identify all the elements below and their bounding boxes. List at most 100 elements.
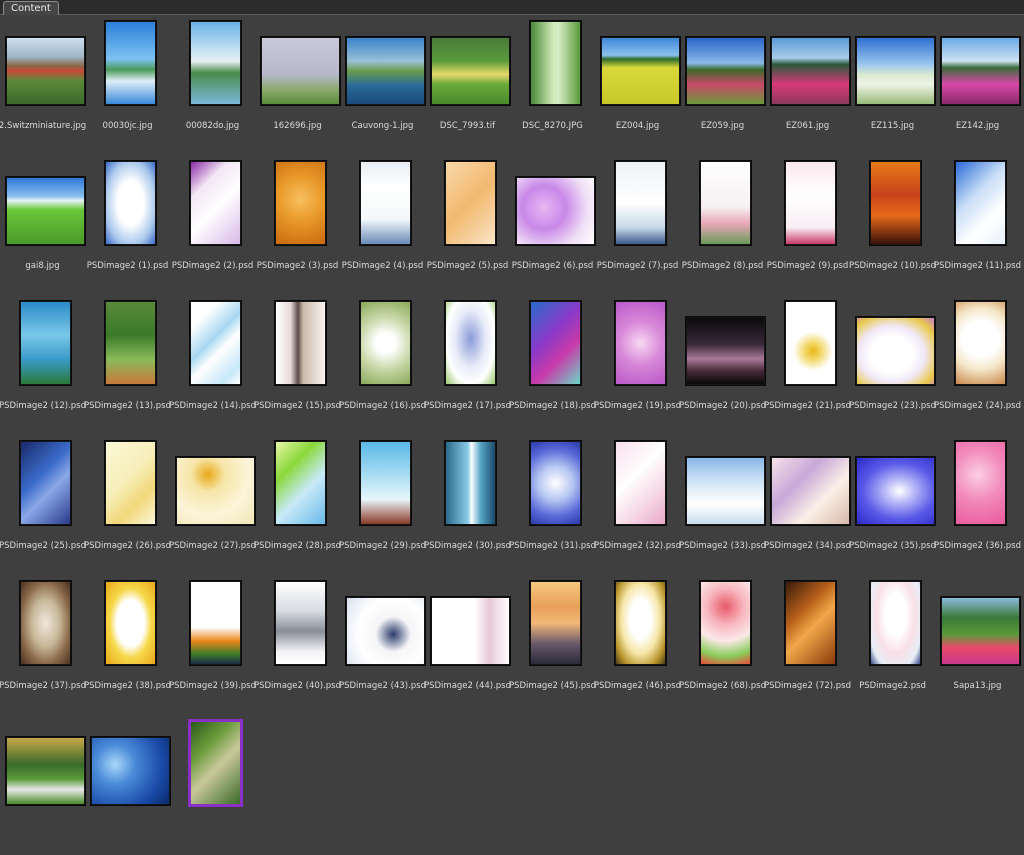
thumbnail-image[interactable] <box>6 177 85 245</box>
thumbnail-image[interactable] <box>771 457 850 525</box>
thumbnail-item[interactable]: EZ059.jpg <box>680 15 765 155</box>
thumbnail-image[interactable] <box>261 37 340 105</box>
thumbnail-image[interactable] <box>91 737 170 805</box>
thumbnail-item[interactable]: PSDimage2 (28).psd <box>254 435 341 575</box>
thumbnail-item[interactable] <box>0 715 85 855</box>
thumbnail-item[interactable]: PSDimage2 (35).psd <box>849 435 936 575</box>
thumbnail-item[interactable]: EZ061.jpg <box>765 15 850 155</box>
thumbnail-image[interactable] <box>346 597 425 665</box>
thumbnail-item[interactable]: 162696.jpg <box>255 15 340 155</box>
thumbnail-item[interactable]: EZ004.jpg <box>595 15 680 155</box>
thumbnail-image[interactable] <box>188 719 243 807</box>
thumbnail-item[interactable]: PSDimage2 (17).psd <box>424 295 511 435</box>
thumbnail-image[interactable] <box>360 441 411 525</box>
thumbnail-item[interactable]: PSDimage2 (29).psd <box>339 435 426 575</box>
thumbnail-image[interactable] <box>941 597 1020 665</box>
thumbnail-image[interactable] <box>530 441 581 525</box>
thumbnail-item[interactable]: DSC_7993.tif <box>425 15 510 155</box>
thumbnail-item[interactable]: Cauvong-1.jpg <box>340 15 425 155</box>
thumbnail-item[interactable]: PSDimage2 (9).psd <box>765 155 850 295</box>
thumbnail-image[interactable] <box>955 161 1006 245</box>
thumbnail-item[interactable]: DSC_8270.JPG <box>510 15 595 155</box>
thumbnail-item[interactable]: PSDimage2 (6).psd <box>510 155 595 295</box>
thumbnail-item[interactable]: EZ115.jpg <box>850 15 935 155</box>
thumbnail-item[interactable]: PSDimage2 (23).psd <box>849 295 936 435</box>
thumbnail-item[interactable]: PSDimage2 (36).psd <box>934 435 1021 575</box>
thumbnail-item[interactable]: PSDimage2 (72).psd <box>764 575 851 715</box>
thumbnail-item[interactable]: PSDimage2 (5).psd <box>425 155 510 295</box>
thumbnail-item[interactable]: PSDimage2 (3).psd <box>255 155 340 295</box>
thumbnail-item[interactable]: PSDimage2 (16).psd <box>339 295 426 435</box>
thumbnail-image[interactable] <box>105 441 156 525</box>
thumbnail-image[interactable] <box>105 301 156 385</box>
thumbnail-image[interactable] <box>431 37 510 105</box>
thumbnail-image[interactable] <box>6 37 85 105</box>
thumbnail-image[interactable] <box>190 161 241 245</box>
thumbnail-image[interactable] <box>601 37 680 105</box>
thumbnail-item[interactable]: PSDimage2 (38).psd <box>84 575 171 715</box>
thumbnail-image[interactable] <box>686 457 765 525</box>
thumbnail-item[interactable]: PSDimage2.psd <box>850 575 935 715</box>
thumbnail-image[interactable] <box>445 301 496 385</box>
thumbnail-image[interactable] <box>431 597 510 665</box>
thumbnail-image[interactable] <box>785 301 836 385</box>
thumbnail-item[interactable]: PSDimage2 (27).psd <box>169 435 256 575</box>
thumbnail-image[interactable] <box>700 161 751 245</box>
thumbnail-item[interactable]: PSDimage2 (20).psd <box>679 295 766 435</box>
thumbnail-item[interactable]: gai8.jpg <box>0 155 85 295</box>
thumbnail-item[interactable]: PSDimage2 (31).psd <box>509 435 596 575</box>
thumbnail-item[interactable] <box>85 715 170 855</box>
thumbnail-image[interactable] <box>530 21 581 105</box>
thumbnail-item[interactable] <box>170 715 255 855</box>
thumbnail-item[interactable]: PSDimage2 (68).psd <box>679 575 766 715</box>
thumbnail-item[interactable]: PSDimage2 (14).psd <box>169 295 256 435</box>
thumbnail-image[interactable] <box>275 161 326 245</box>
thumbnail-image[interactable] <box>530 581 581 665</box>
thumbnail-item[interactable]: PSDimage2 (39).psd <box>169 575 256 715</box>
thumbnail-item[interactable]: PSDimage2 (32).psd <box>594 435 681 575</box>
thumbnail-item[interactable]: PSDimage2 (19).psd <box>594 295 681 435</box>
thumbnail-image[interactable] <box>785 161 836 245</box>
thumbnail-image[interactable] <box>530 301 581 385</box>
thumbnail-image[interactable] <box>856 317 935 385</box>
thumbnail-image[interactable] <box>615 301 666 385</box>
thumbnail-item[interactable]: PSDimage2 (10).psd <box>849 155 936 295</box>
thumbnail-image[interactable] <box>955 441 1006 525</box>
content-tab[interactable]: Content <box>3 1 59 15</box>
thumbnail-item[interactable]: PSDimage2 (15).psd <box>254 295 341 435</box>
thumbnail-item[interactable]: PSDimage2 (40).psd <box>254 575 341 715</box>
thumbnail-image[interactable] <box>20 301 71 385</box>
thumbnail-image[interactable] <box>856 37 935 105</box>
thumbnail-item[interactable]: PSDimage2 (12).psd <box>0 295 86 435</box>
thumbnail-image[interactable] <box>190 581 241 665</box>
thumbnail-item[interactable]: PSDimage2 (45).psd <box>509 575 596 715</box>
thumbnail-image[interactable] <box>615 441 666 525</box>
thumbnail-image[interactable] <box>360 301 411 385</box>
thumbnail-image[interactable] <box>686 37 765 105</box>
thumbnail-image[interactable] <box>686 317 765 385</box>
thumbnail-item[interactable]: PSDimage2 (11).psd <box>934 155 1021 295</box>
thumbnail-image[interactable] <box>275 301 326 385</box>
thumbnail-image[interactable] <box>275 581 326 665</box>
thumbnail-item[interactable]: PSDimage2 (25).psd <box>0 435 86 575</box>
thumbnail-item[interactable]: PSDimage2 (24).psd <box>934 295 1021 435</box>
thumbnail-image[interactable] <box>700 581 751 665</box>
thumbnail-item[interactable]: PSDimage2 (13).psd <box>84 295 171 435</box>
thumbnail-image[interactable] <box>105 581 156 665</box>
thumbnail-item[interactable]: PSDimage2 (7).psd <box>595 155 680 295</box>
thumbnail-image[interactable] <box>20 581 71 665</box>
thumbnail-item[interactable]: PSDimage2 (1).psd <box>85 155 170 295</box>
thumbnail-item[interactable]: PSDimage2 (18).psd <box>509 295 596 435</box>
thumbnail-image[interactable] <box>190 301 241 385</box>
thumbnail-item[interactable]: PSDimage2 (34).psd <box>764 435 851 575</box>
thumbnail-image[interactable] <box>941 37 1020 105</box>
thumbnail-item[interactable]: 00082do.jpg <box>170 15 255 155</box>
thumbnail-item[interactable]: PSDimage2 (4).psd <box>340 155 425 295</box>
thumbnail-image[interactable] <box>445 161 496 245</box>
thumbnail-image[interactable] <box>445 441 496 525</box>
thumbnail-image[interactable] <box>870 161 921 245</box>
thumbnail-item[interactable]: 00030jc.jpg <box>85 15 170 155</box>
thumbnail-item[interactable]: PSDimage2 (2).psd <box>170 155 255 295</box>
thumbnail-item[interactable]: Sapa13.jpg <box>935 575 1020 715</box>
thumbnail-image[interactable] <box>105 21 156 105</box>
